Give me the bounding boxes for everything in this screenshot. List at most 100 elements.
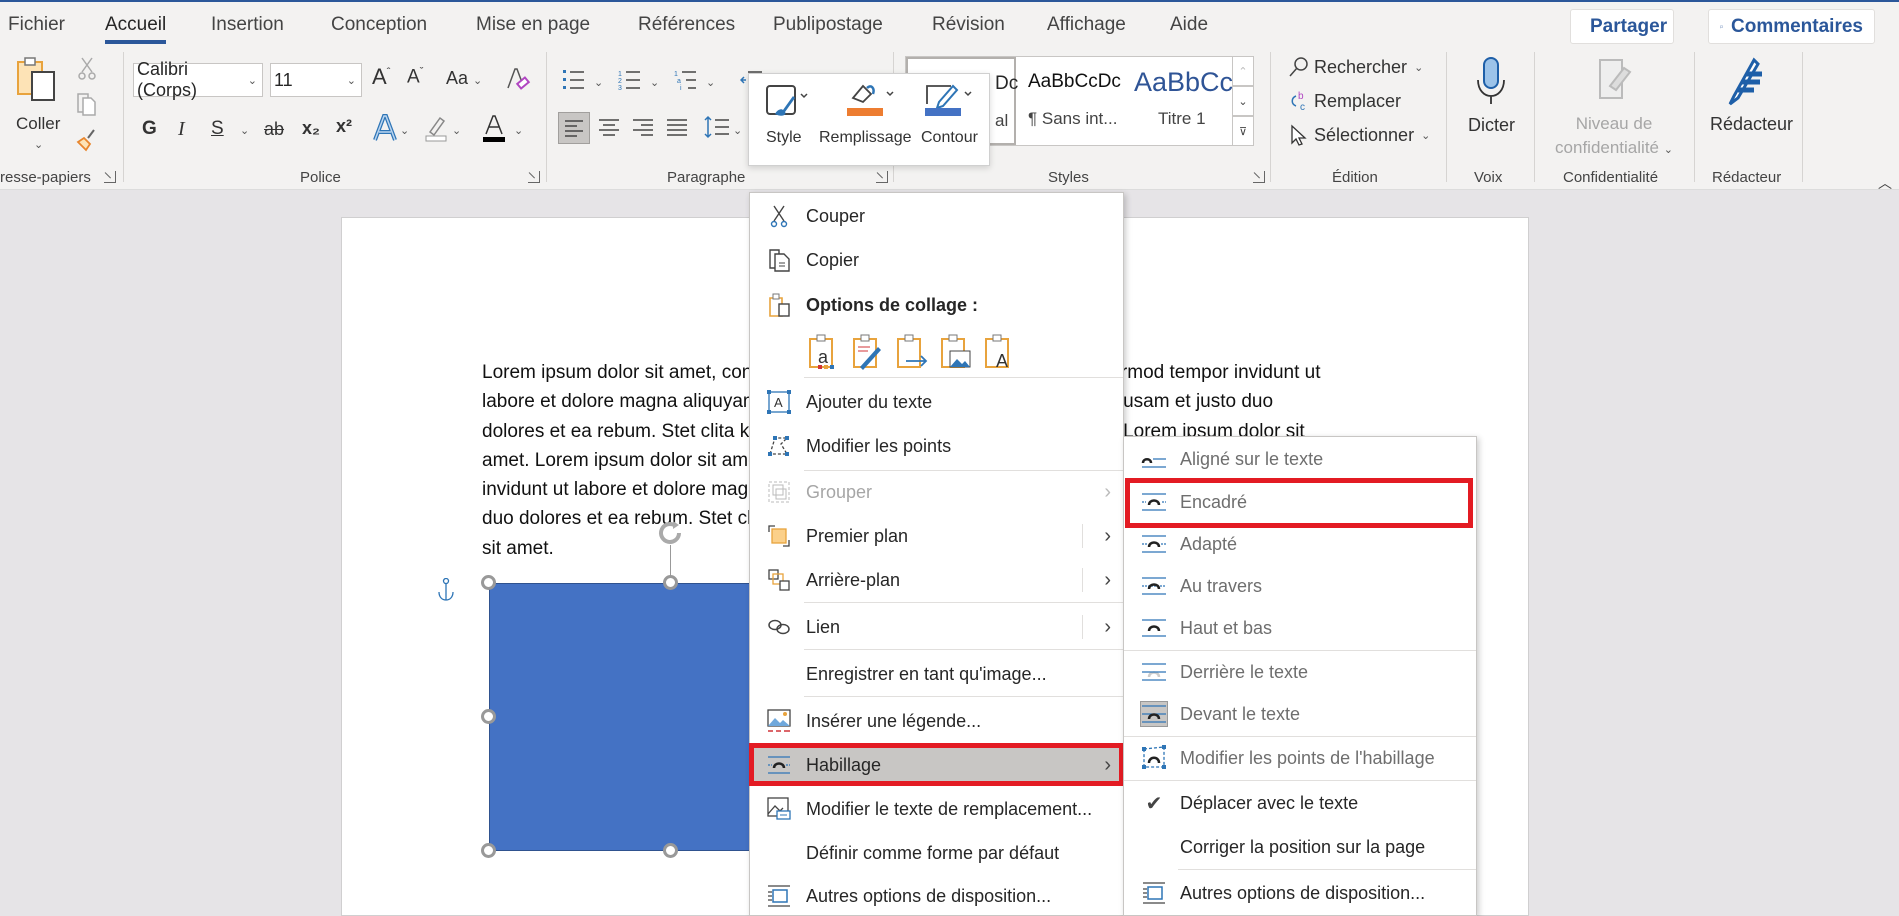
multilevel-dropdown-icon[interactable]: ⌄ xyxy=(706,76,715,89)
comments-button[interactable]: Commentaires xyxy=(1708,9,1875,44)
wrap-option-tight[interactable]: Adapté xyxy=(1124,524,1476,564)
wrap-option-through[interactable]: Au travers xyxy=(1124,566,1476,606)
chevron-right-icon[interactable]: › xyxy=(1104,569,1111,592)
menu-item-send-backward[interactable]: Arrière-plan › xyxy=(750,560,1123,600)
tab-insertion[interactable]: Insertion xyxy=(211,14,284,36)
paste-merge-formatting-icon[interactable] xyxy=(850,333,884,371)
select-button[interactable]: Sélectionner ⌄ xyxy=(1288,124,1430,146)
menu-item-insert-caption[interactable]: Insérer une légende... xyxy=(750,701,1123,741)
text-effects-icon[interactable] xyxy=(372,114,398,142)
paste-picture-icon-arrow[interactable] xyxy=(894,333,928,371)
grow-font-button[interactable]: Aˆ xyxy=(372,64,390,90)
sensitivity-button[interactable]: Niveau de confidentialité ⌄ xyxy=(1544,54,1684,164)
rotate-handle-icon[interactable] xyxy=(655,518,685,548)
underline-button[interactable]: S xyxy=(211,118,224,140)
wrap-option-move-with-text[interactable]: ✔ Déplacer avec le texte xyxy=(1124,783,1476,823)
editor-button[interactable]: Rédacteur xyxy=(1704,54,1794,154)
replace-button[interactable]: bc Remplacer xyxy=(1288,90,1401,112)
style-no-spacing[interactable]: AaBbCcDc ¶ Sans int... xyxy=(1018,57,1128,145)
menu-item-wrap-text[interactable]: Habillage › xyxy=(750,745,1123,785)
tab-conception[interactable]: Conception xyxy=(331,14,427,36)
menu-item-group[interactable]: Grouper › xyxy=(750,472,1123,512)
shape-outline-button[interactable]: Contour xyxy=(913,74,989,167)
resize-handle-bottom[interactable] xyxy=(663,843,678,858)
wrap-option-top-bottom[interactable]: Haut et bas xyxy=(1124,608,1476,648)
subscript-button[interactable]: x₂ xyxy=(302,118,320,139)
share-button[interactable]: Partager xyxy=(1570,9,1674,44)
wrap-option-behind-text[interactable]: Derrière le texte xyxy=(1124,652,1476,692)
line-spacing-dropdown-icon[interactable]: ⌄ xyxy=(733,124,742,137)
font-launcher-icon[interactable] xyxy=(528,171,540,183)
paste-button[interactable]: Coller ⌄ xyxy=(14,56,64,156)
resize-handle-bottom-left[interactable] xyxy=(481,843,496,858)
font-color-icon[interactable] xyxy=(482,114,506,144)
menu-item-set-default-shape[interactable]: Définir comme forme par défaut xyxy=(750,833,1123,873)
clear-formatting-icon[interactable] xyxy=(505,66,531,92)
dictate-button[interactable]: Dicter xyxy=(1460,54,1522,154)
selected-rectangle-shape[interactable] xyxy=(489,583,759,851)
wrap-option-fix-position[interactable]: Corriger la position sur la page xyxy=(1124,827,1476,867)
shape-style-button[interactable]: Style xyxy=(757,74,817,167)
paste-as-picture-icon[interactable] xyxy=(938,333,972,371)
menu-item-link[interactable]: Lien › xyxy=(750,607,1123,647)
resize-handle-top[interactable] xyxy=(663,575,678,590)
menu-item-edit-alt-text[interactable]: Modifier le texte de remplacement... xyxy=(750,789,1123,829)
menu-item-save-as-picture[interactable]: Enregistrer en tant qu'image... xyxy=(750,654,1123,694)
justify-icon[interactable] xyxy=(664,114,690,140)
bullets-icon[interactable] xyxy=(562,68,586,92)
collapse-ribbon-icon[interactable]: ︿ xyxy=(1878,173,1892,193)
text-effects-dropdown-icon[interactable]: ⌄ xyxy=(400,124,409,137)
align-right-icon[interactable] xyxy=(630,114,656,140)
tab-publipostage[interactable]: Publipostage xyxy=(773,14,883,36)
clipboard-launcher-icon[interactable] xyxy=(104,171,116,183)
change-case-button[interactable]: Aa ⌄ xyxy=(446,68,482,89)
format-painter-icon[interactable] xyxy=(74,128,98,154)
tab-references[interactable]: Références xyxy=(638,14,735,36)
align-left-button[interactable] xyxy=(558,112,590,144)
highlight-icon[interactable] xyxy=(424,114,448,142)
paragraph-launcher-icon[interactable] xyxy=(876,171,888,183)
shape-fill-button[interactable]: Remplissage xyxy=(819,74,911,167)
wrap-option-in-line[interactable]: Aligné sur le texte xyxy=(1124,439,1476,479)
wrap-option-square[interactable]: Encadré xyxy=(1124,482,1476,522)
style-heading-1[interactable]: AaBbCc Titre 1 xyxy=(1131,57,1236,145)
shrink-font-button[interactable]: Aˇ xyxy=(407,66,423,88)
styles-launcher-icon[interactable] xyxy=(1253,171,1265,183)
paste-text-only-icon[interactable]: A xyxy=(982,333,1016,371)
chevron-right-icon[interactable]: › xyxy=(1104,616,1111,639)
paste-keep-source-icon[interactable]: a xyxy=(806,333,840,371)
highlight-dropdown-icon[interactable]: ⌄ xyxy=(452,124,461,137)
menu-item-copy[interactable]: Copier xyxy=(750,240,1123,280)
tab-accueil[interactable]: Accueil xyxy=(105,14,167,44)
chevron-right-icon[interactable]: › xyxy=(1104,525,1111,548)
wrap-option-more-layout[interactable]: Autres options de disposition... xyxy=(1124,873,1476,913)
wrap-option-in-front-of-text[interactable]: Devant le texte xyxy=(1124,694,1476,734)
menu-item-edit-points[interactable]: Modifier les points xyxy=(750,426,1123,466)
gallery-scroll-up-button[interactable]: ⌃ xyxy=(1232,56,1254,86)
align-center-icon[interactable] xyxy=(596,114,622,140)
menu-item-more-layout-options[interactable]: Autres options de disposition... xyxy=(750,876,1123,916)
gallery-scroll-down-button[interactable]: ⌄ xyxy=(1232,86,1254,116)
menu-item-add-text[interactable]: A Ajouter du texte xyxy=(750,382,1123,422)
superscript-button[interactable]: x² xyxy=(336,116,352,137)
bold-button[interactable]: G xyxy=(142,118,157,140)
find-button[interactable]: Rechercher ⌄ xyxy=(1288,56,1423,78)
bullets-dropdown-icon[interactable]: ⌄ xyxy=(594,76,603,89)
line-spacing-icon[interactable] xyxy=(704,114,730,140)
resize-handle-left[interactable] xyxy=(481,709,496,724)
tab-fichier[interactable]: Fichier xyxy=(8,14,65,36)
tab-mise-en-page[interactable]: Mise en page xyxy=(476,14,590,36)
numbering-dropdown-icon[interactable]: ⌄ xyxy=(650,76,659,89)
cut-icon[interactable] xyxy=(78,56,96,80)
underline-dropdown-icon[interactable]: ⌄ xyxy=(240,124,249,137)
font-name-select[interactable]: Calibri (Corps) ⌄ xyxy=(133,59,263,100)
menu-item-bring-forward[interactable]: Premier plan › xyxy=(750,516,1123,556)
italic-button[interactable]: I xyxy=(178,118,185,141)
strikethrough-button[interactable]: ab xyxy=(264,119,284,140)
font-size-select[interactable]: 11 ⌄ xyxy=(270,63,362,97)
resize-handle-top-left[interactable] xyxy=(481,575,496,590)
tab-affichage[interactable]: Affichage xyxy=(1047,14,1126,36)
multilevel-list-icon[interactable]: 1ai xyxy=(674,68,698,92)
tab-revision[interactable]: Révision xyxy=(932,14,1005,36)
gallery-more-button[interactable]: ⊽ xyxy=(1232,116,1254,146)
